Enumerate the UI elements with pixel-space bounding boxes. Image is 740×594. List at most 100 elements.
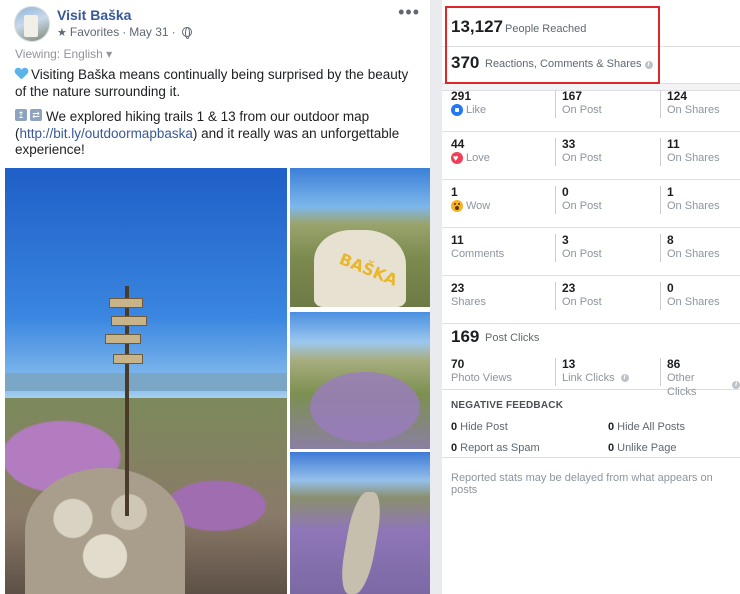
meta-separator: · [171,25,176,39]
comments-on-shares-value: 8 [667,233,674,247]
language-viewing-selector[interactable]: Viewing: English ▾ [15,47,112,61]
post-body: Visiting Baška means continually being s… [15,67,420,168]
on-post-label: On Post [562,152,602,164]
facebook-post: Visit Baška ★ Favorites · May 31 · ••• V… [0,0,430,594]
stat-row-comments: 11 Comments 3 On Post 8 On Shares [442,228,740,276]
unlike-page-label: Unlike Page [617,442,677,454]
love-label: Love [466,152,490,164]
info-icon[interactable]: i [644,61,653,69]
negative-feedback-block: NEGATIVE FEEDBACK 0 Hide Post 0 Hide All P… [442,392,740,458]
photo-grid: BAŠKA [5,168,430,594]
photo-lavender [310,372,420,442]
like-icon [451,104,463,116]
post-insights-panel: 13,127 People Reached 3 70 Reactions, Com… [442,0,740,594]
meta-separator: · [122,25,127,39]
blue-heart-emoji-icon [15,68,28,80]
on-post-label: On Post [562,296,602,308]
wow-icon [451,200,463,212]
like-on-shares: 124 On Shares [660,90,720,118]
love-icon [451,151,463,165]
report-spam-stat: 0 Report as Spam [451,442,540,454]
photo-sea [5,373,287,391]
on-post-label: On Post [562,104,602,116]
wow-total: 1 Wow [451,186,490,214]
on-shares-label: On Shares [667,296,720,308]
link-clicks-value: 13 [562,357,576,371]
photo-baska-rock[interactable]: BAŠKA [290,168,430,307]
people-reached-value: 13,127 [451,17,503,36]
comments-on-post: 3 On Post [555,234,602,262]
shares-on-post-value: 23 [562,281,576,295]
other-clicks-value: 86 [667,357,681,371]
photo-views: 70 Photo Views [451,358,512,386]
shares-total-value: 23 [451,281,465,295]
link-clicks-label: Link Clicks [562,372,615,384]
on-post-label: On Post [562,200,602,212]
love-total-value: 44 [451,137,465,151]
comments-on-shares: 8 On Shares [660,234,720,262]
stat-row-wow: 1 Wow 0 On Post 1 On Shares [442,180,740,228]
unlike-page-value: 0 [608,442,615,454]
comments-on-post-value: 3 [562,233,569,247]
love-on-post-value: 33 [562,137,576,151]
post-clicks-block: 169 Post Clicks 70 Photo Views 13 Link Cli… [442,318,740,398]
post-clicks-label: Post Clicks [485,332,540,344]
stat-row-shares: 23 Shares 23 On Post 0 On Shares [442,276,740,324]
photo-views-value: 70 [451,357,465,371]
signpost-board [111,316,147,326]
panel-divider [430,0,442,594]
wow-on-post: 0 On Post [555,186,602,214]
audience-label[interactable]: Favorites [70,25,119,39]
hide-post-value: 0 [451,421,458,433]
report-spam-label: Report as Spam [460,442,540,454]
report-spam-value: 0 [451,442,458,454]
signpost-board [109,298,143,308]
photo-signpost[interactable] [5,168,287,594]
hide-post-stat: 0 Hide Post [451,421,508,433]
shares-on-post: 23 On Post [555,282,602,310]
shares-on-shares: 0 On Shares [660,282,720,310]
page-avatar[interactable] [14,6,50,42]
hide-post-label: Hide Post [460,421,508,433]
signpost-board [113,354,143,364]
more-options-icon[interactable]: ••• [398,2,420,23]
post-paragraph: Visiting Baška means continually being s… [15,67,420,100]
link-clicks: 13 Link Clicks i [555,358,629,386]
unlike-page-stat: 0 Unlike Page [608,442,676,454]
info-icon[interactable]: i [732,381,740,389]
on-shares-label: On Shares [667,248,720,260]
page-name-link[interactable]: Visit Baška [57,7,131,23]
on-shares-label: On Shares [667,104,720,116]
on-shares-label: On Shares [667,152,720,164]
post-paragraph: ↥ ⇄ We explored hiking trails 1 & 13 from … [15,109,420,159]
globe-icon [181,27,192,39]
love-on-post: 33 On Post [555,138,602,166]
photo-path [337,492,385,594]
on-shares-label: On Shares [667,200,720,212]
outdoor-map-link[interactable]: http://bit.ly/outdoormapbaska [20,126,193,141]
comments-total-value: 11 [451,233,464,247]
stat-row-like: 291 Like 167 On Post 124 On Shares [442,84,740,132]
info-icon[interactable]: i [620,374,629,382]
like-label: Like [466,104,487,116]
post-meta: ★ Favorites · May 31 · [57,25,192,39]
wow-total-value: 1 [451,185,458,199]
like-total-value: 291 [451,89,472,103]
like-on-post-value: 167 [562,89,583,103]
on-post-label: On Post [562,248,602,260]
post-date[interactable]: May 31 [129,25,168,39]
post-clicks-value: 169 [451,327,480,346]
engagement-label: Reactions, Comments & Shares i [485,58,653,70]
hide-all-posts-label: Hide All Posts [617,421,685,433]
people-reached-row: 13,127 People Reached [442,7,740,47]
arrows-emoji-icon: ↥ ⇄ [15,109,43,122]
photo-trail[interactable] [290,452,430,594]
stat-row-love: 44Love 33On Post 11On Shares [442,132,740,180]
negative-feedback-title: NEGATIVE FEEDBACK [451,400,564,411]
like-total: 291 Like [451,90,486,118]
wow-on-shares: 1 On Shares [660,186,720,214]
comments-label: Comments [451,248,505,260]
photo-meadow[interactable] [290,312,430,449]
other-clicks: 86 Other Clicks i [660,357,740,398]
shares-on-shares-value: 0 [667,281,674,295]
